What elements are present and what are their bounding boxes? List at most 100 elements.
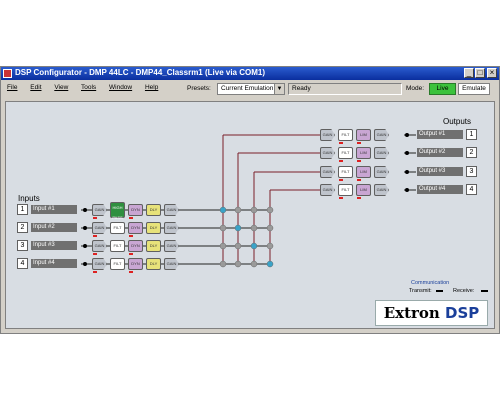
title-bar: DSP Configurator - DMP 44LC - DMP44_Clas…: [1, 67, 499, 80]
toolbar: File Edit View Tools Window Help Presets…: [3, 82, 497, 98]
crosspoint: [219, 242, 227, 250]
mute-indicator: [129, 271, 133, 273]
output-name[interactable]: Output #1: [417, 130, 463, 139]
transmit-indicator: [436, 290, 443, 292]
mute-indicator: [129, 235, 133, 237]
window-title: DSP Configurator - DMP 44LC - DMP44_Clas…: [15, 68, 265, 77]
extron-dsp-logo: Extron DSP: [375, 300, 488, 326]
delay-block[interactable]: DLY: [146, 204, 161, 216]
mute-indicator: [357, 160, 361, 162]
app-icon: [3, 69, 12, 78]
communication-label: Communication: [411, 280, 450, 286]
crosspoint: [234, 206, 242, 214]
output-number: 2: [466, 147, 477, 158]
filter-block[interactable]: FILT: [110, 240, 125, 252]
mute-indicator: [357, 197, 361, 199]
minimize-button[interactable]: _: [464, 68, 474, 78]
presets-select[interactable]: Current Emulation ▼: [217, 83, 285, 95]
status-field: Ready: [288, 83, 402, 95]
input-name[interactable]: Input #1: [31, 205, 77, 214]
output-filter-block[interactable]: FILT: [338, 129, 353, 141]
outputs-heading: Outputs: [443, 117, 472, 126]
menu-bar: File Edit View Tools Window Help: [7, 84, 169, 91]
input-name[interactable]: Input #4: [31, 259, 77, 268]
menu-view[interactable]: View: [54, 84, 68, 91]
crosspoint: [250, 242, 258, 250]
mute-indicator: [339, 197, 343, 199]
mute-indicator: [129, 253, 133, 255]
dynamics-block[interactable]: DYN: [128, 222, 143, 234]
crosspoint: [234, 260, 242, 268]
menu-file[interactable]: File: [7, 84, 17, 91]
inputs-heading: Inputs: [18, 194, 40, 203]
mute-indicator: [357, 179, 361, 181]
delay-block[interactable]: DLY: [146, 258, 161, 270]
close-button[interactable]: ×: [487, 68, 497, 78]
mute-indicator: [129, 217, 133, 219]
output-name[interactable]: Output #3: [417, 167, 463, 176]
mute-indicator: [357, 142, 361, 144]
crosspoint: [266, 206, 274, 214]
transmit-label: Transmit:: [409, 288, 432, 294]
crosspoint: [219, 224, 227, 232]
delay-block[interactable]: DLY: [146, 222, 161, 234]
menu-edit[interactable]: Edit: [30, 84, 41, 91]
menu-tools[interactable]: Tools: [81, 84, 96, 91]
status-text: Ready: [292, 85, 311, 92]
presets-label: Presets:: [187, 85, 211, 92]
input-name[interactable]: Input #3: [31, 241, 77, 250]
output-name[interactable]: Output #4: [417, 185, 463, 194]
menu-help[interactable]: Help: [145, 84, 158, 91]
crosspoint: [219, 206, 227, 214]
output-number: 3: [466, 166, 477, 177]
crosspoint: [266, 224, 274, 232]
app-window: DSP Configurator - DMP 44LC - DMP44_Clas…: [0, 66, 500, 334]
crosspoint: [250, 224, 258, 232]
live-button[interactable]: Live: [429, 83, 456, 95]
dynamics-block[interactable]: DYN: [128, 258, 143, 270]
signal-flow-canvas: Inputs 1 Input #1 2 Input #2 3 Input #3 …: [5, 101, 495, 329]
mute-indicator: [93, 235, 97, 237]
mute-indicator: [93, 253, 97, 255]
output-filter-block[interactable]: FILT: [338, 166, 353, 178]
receive-label: Receive:: [453, 288, 475, 294]
filter-block[interactable]: FILT: [110, 222, 125, 234]
input-number: 2: [17, 222, 28, 233]
crosspoint: [250, 260, 258, 268]
mute-indicator: [339, 179, 343, 181]
maximize-button[interactable]: □: [475, 68, 485, 78]
output-number: 4: [466, 184, 477, 195]
mute-indicator: [93, 271, 97, 273]
crosspoint: [219, 260, 227, 268]
limiter-block[interactable]: LIM: [356, 129, 371, 141]
mute-indicator: [93, 217, 97, 219]
limiter-block[interactable]: LIM: [356, 166, 371, 178]
crosspoint: [250, 206, 258, 214]
menu-window[interactable]: Window: [109, 84, 132, 91]
presets-value: Current Emulation: [221, 85, 274, 92]
crosspoint: [266, 260, 274, 268]
limiter-block[interactable]: LIM: [356, 184, 371, 196]
logo-product: DSP: [445, 304, 480, 322]
receive-indicator: [481, 290, 488, 292]
input-name[interactable]: Input #2: [31, 223, 77, 232]
output-name[interactable]: Output #2: [417, 148, 463, 157]
mute-indicator: [339, 142, 343, 144]
emulate-button[interactable]: Emulate: [458, 83, 490, 95]
filter-block[interactable]: FILT: [110, 258, 125, 270]
input-number: 3: [17, 240, 28, 251]
delay-block[interactable]: DLY: [146, 240, 161, 252]
output-filter-block[interactable]: FILT: [338, 147, 353, 159]
dynamics-block[interactable]: DYN: [128, 240, 143, 252]
chevron-down-icon[interactable]: ▼: [274, 84, 284, 94]
high-pass-filter-block[interactable]: HIGH PASS: [110, 202, 125, 220]
mode-label: Mode:: [406, 85, 425, 92]
output-number: 1: [466, 129, 477, 140]
dynamics-block[interactable]: DYN: [128, 204, 143, 216]
input-number: 4: [17, 258, 28, 269]
crosspoint: [234, 242, 242, 250]
mute-indicator: [339, 160, 343, 162]
output-filter-block[interactable]: FILT: [338, 184, 353, 196]
limiter-block[interactable]: LIM: [356, 147, 371, 159]
communication-panel: Communication Transmit: Receive:: [405, 280, 491, 300]
